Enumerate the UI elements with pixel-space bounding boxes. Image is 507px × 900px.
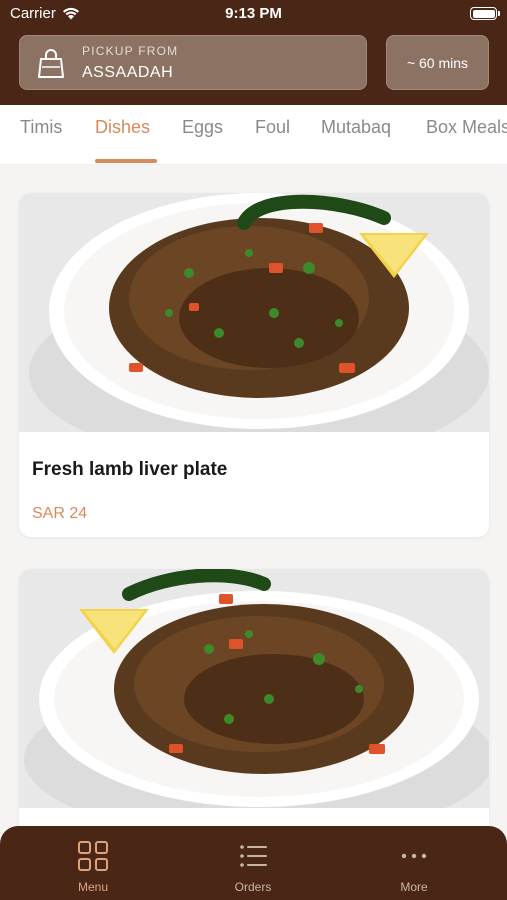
menu-item-card[interactable]: Fresh lamb liver plate SAR 24: [19, 193, 489, 537]
header: Carrier 9:13 PM PICKUP FROM ASSAADAH ~ 6…: [0, 0, 507, 105]
dish-title: Fresh lamb liver plate: [32, 459, 228, 480]
clock: 9:13 PM: [225, 5, 282, 22]
tab-timis[interactable]: Timis: [20, 117, 62, 138]
dish-image: [19, 193, 489, 432]
tab-mutabaq[interactable]: Mutabaq: [321, 117, 391, 138]
time-estimate-button[interactable]: ~ 60 mins: [386, 35, 489, 90]
tab-eggs[interactable]: Eggs: [182, 117, 223, 138]
tab-dishes[interactable]: Dishes: [95, 117, 150, 138]
status-bar: Carrier 9:13 PM: [0, 0, 507, 28]
nav-menu[interactable]: Menu: [33, 826, 153, 900]
list-icon: [240, 845, 267, 867]
nav-orders-label: Orders: [234, 880, 272, 894]
tab-foul[interactable]: Foul: [255, 117, 290, 138]
active-tab-indicator: [95, 159, 157, 163]
pickup-location: ASSAADAH: [82, 64, 174, 81]
time-estimate: ~ 60 mins: [406, 54, 469, 71]
dish-image: [19, 569, 489, 808]
pickup-location-selector[interactable]: PICKUP FROM ASSAADAH: [19, 35, 367, 90]
nav-more[interactable]: More: [354, 826, 474, 900]
shopping-bag-icon: [38, 49, 64, 78]
nav-orders[interactable]: Orders: [193, 826, 313, 900]
category-tabs: Timis Dishes Eggs Foul Mutabaq Box Meals: [0, 105, 507, 165]
grid-icon: [78, 841, 108, 871]
tab-box-meals[interactable]: Box Meals: [426, 117, 507, 138]
battery-icon: [470, 7, 500, 20]
bottom-navigation: Menu Orders More: [0, 826, 507, 900]
dish-price: SAR 24: [32, 505, 88, 522]
pickup-label: PICKUP FROM: [82, 44, 179, 58]
nav-more-label: More: [400, 880, 428, 894]
nav-menu-label: Menu: [77, 880, 109, 894]
more-icon: [401, 853, 427, 859]
menu-item-card[interactable]: [19, 569, 489, 869]
